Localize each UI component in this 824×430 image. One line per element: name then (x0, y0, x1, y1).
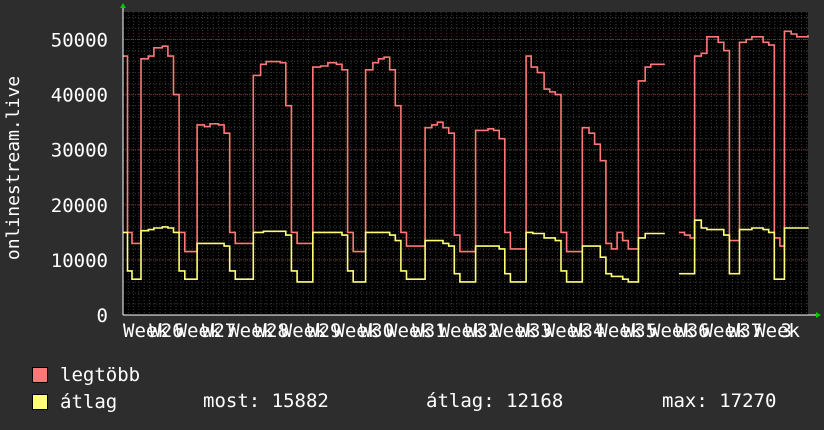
legend-swatch-avg (32, 394, 48, 410)
legend-label-max: legtöbb (60, 364, 141, 386)
stat-average: átlag: 12168 (426, 390, 564, 412)
y-tick-label: 0 (97, 305, 108, 327)
y-tick-label: 40000 (51, 85, 108, 107)
x-tick-label: Week (754, 320, 800, 342)
legend-label-avg: átlag (60, 391, 118, 413)
stat-now: most: 15882 (203, 390, 329, 412)
chart: 0 10000 20000 30000 40000 50000 WeekW26WeekW2… (3, 3, 821, 342)
stat-max: max: 17270 (662, 390, 777, 412)
legend-item-avg: átlag (32, 391, 117, 413)
y-tick-labels: 0 10000 20000 30000 40000 50000 (51, 30, 108, 327)
y-tick-label: 10000 (51, 250, 108, 272)
plot-area (120, 3, 821, 318)
y-tick-label: 30000 (51, 140, 108, 162)
legend-swatch-max (32, 367, 48, 383)
y-axis-arrow (120, 3, 126, 8)
legend-item-max: legtöbb (32, 364, 140, 386)
x-tick-labels: WeekW26WeekW27WeekW28WeekW29WeekW30WeekW… (123, 320, 801, 342)
y-axis-label: onlinestream.live (3, 76, 24, 260)
x-axis-arrow (816, 312, 821, 318)
plot-background (123, 12, 808, 315)
x-tick-label: 3 (781, 320, 792, 342)
y-tick-label: 50000 (51, 30, 108, 52)
y-tick-label: 20000 (51, 195, 108, 217)
